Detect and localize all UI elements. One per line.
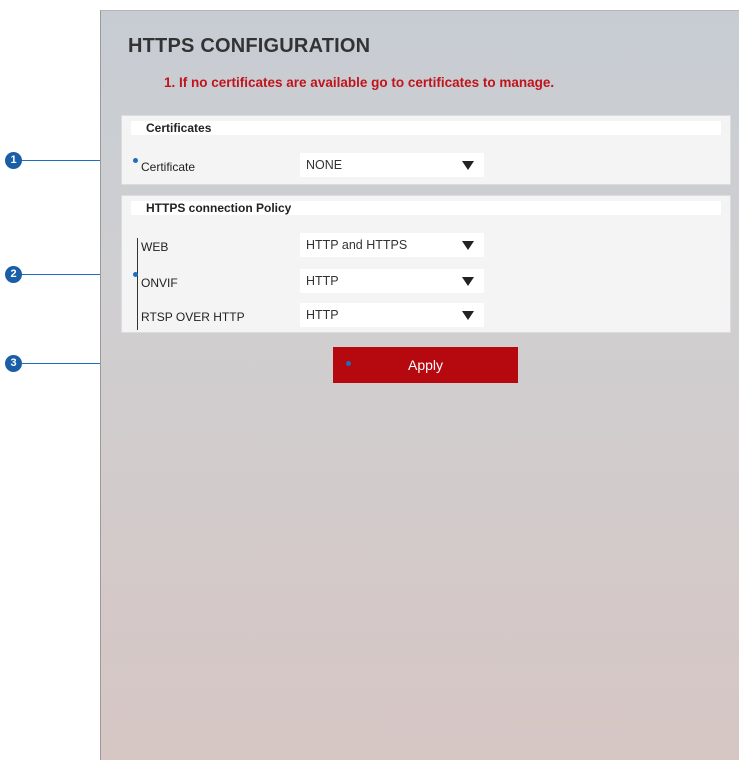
web-policy-select[interactable]: HTTP and HTTPS bbox=[300, 233, 484, 257]
https-config-panel: HTTPS CONFIGURATION 1. If no certificate… bbox=[100, 10, 739, 760]
certificate-select[interactable]: NONE bbox=[300, 153, 484, 177]
web-label: WEB bbox=[141, 240, 169, 254]
callout-badge-1: 1 bbox=[5, 152, 22, 169]
policy-bracket bbox=[137, 238, 138, 330]
https-policy-header: HTTPS connection Policy bbox=[131, 201, 721, 215]
chevron-down-icon bbox=[462, 277, 474, 286]
certificate-notice: 1. If no certificates are available go t… bbox=[164, 75, 555, 90]
web-policy-value: HTTP and HTTPS bbox=[306, 238, 408, 252]
onvif-policy-select[interactable]: HTTP bbox=[300, 269, 484, 293]
onvif-policy-value: HTTP bbox=[306, 274, 339, 288]
chevron-down-icon bbox=[462, 161, 474, 170]
chevron-down-icon bbox=[462, 241, 474, 250]
callout-dot-2 bbox=[133, 272, 138, 277]
apply-button[interactable]: Apply bbox=[333, 347, 518, 383]
manual-page: 1 2 3 HTTPS CONFIGURATION 1. If no certi… bbox=[0, 0, 739, 760]
rtsp-over-http-label: RTSP OVER HTTP bbox=[141, 310, 245, 324]
https-policy-section: HTTPS connection Policy WEB HTTP and HTT… bbox=[121, 195, 731, 333]
certificates-section: Certificates Certificate NONE bbox=[121, 115, 731, 185]
callout-badge-2: 2 bbox=[5, 266, 22, 283]
certificate-select-value: NONE bbox=[306, 158, 343, 172]
certificates-header: Certificates bbox=[131, 121, 721, 135]
rtsp-over-http-policy-value: HTTP bbox=[306, 308, 339, 322]
certificate-label: Certificate bbox=[141, 160, 196, 174]
page-title: HTTPS CONFIGURATION bbox=[128, 35, 371, 57]
chevron-down-icon bbox=[462, 311, 474, 320]
rtsp-over-http-policy-select[interactable]: HTTP bbox=[300, 303, 484, 327]
callout-badge-3: 3 bbox=[5, 355, 22, 372]
callout-dot-1 bbox=[133, 158, 138, 163]
onvif-label: ONVIF bbox=[141, 276, 178, 290]
callout-dot-3 bbox=[346, 361, 351, 366]
